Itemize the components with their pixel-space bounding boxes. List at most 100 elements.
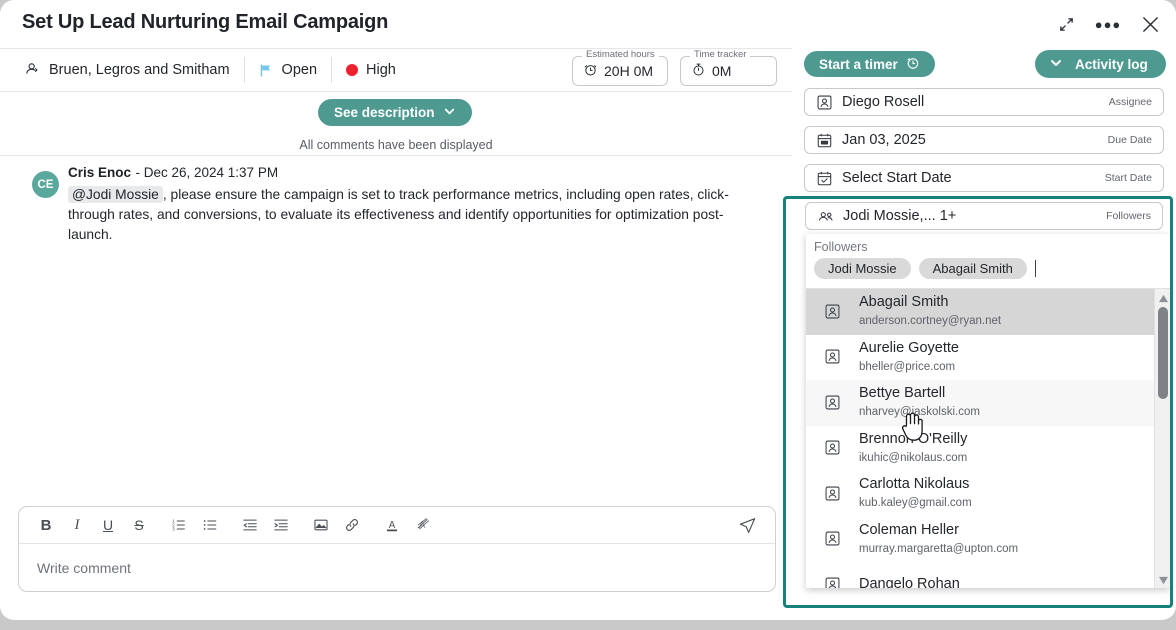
comment-editor: B I U S 1 2 3 A A Write comment <box>18 506 776 592</box>
list-item[interactable]: Carlotta Nikolaus kub.kaley@gmail.com <box>806 471 1170 517</box>
svg-text:A: A <box>389 519 396 530</box>
time-tracker-value: 0M <box>712 63 732 79</box>
list-item[interactable]: Aurelie Goyette bheller@price.com <box>806 335 1170 381</box>
clear-format-icon[interactable]: A <box>410 512 436 538</box>
page-title: Set Up Lead Nurturing Email Campaign <box>22 11 389 33</box>
list-item[interactable]: Abagail Smith anderson.cortney@ryan.net <box>806 289 1170 335</box>
start-timer-button[interactable]: Start a timer <box>804 51 935 77</box>
priority-dot-icon <box>346 64 359 76</box>
user-icon <box>824 439 841 456</box>
list-item[interactable]: Coleman Heller murray.margaretta@upton.c… <box>806 517 1170 563</box>
task-meta-row: Bruen, Legros and Smitham Open High <box>0 48 792 92</box>
option-name: Aurelie Goyette <box>859 339 959 356</box>
see-description-label: See description <box>334 105 435 120</box>
flag-icon <box>259 63 274 77</box>
calendar-icon <box>816 132 833 149</box>
user-icon <box>816 94 833 111</box>
comment-text: @Jodi Mossie, please ensure the campaign… <box>68 185 752 245</box>
comment-mention[interactable]: @Jodi Mossie <box>68 186 163 203</box>
comment-author: Cris Enoc <box>68 165 132 180</box>
option-name: Coleman Heller <box>859 521 959 538</box>
comment-placeholder: Write comment <box>37 559 131 576</box>
company-field[interactable]: Bruen, Legros and Smitham <box>0 57 244 83</box>
sidebar-field-start-date[interactable]: Select Start Date Start Date <box>804 164 1164 192</box>
company-label: Bruen, Legros and Smitham <box>49 62 230 78</box>
followers-option-list[interactable]: Abagail Smith anderson.cortney@ryan.net … <box>806 288 1170 588</box>
user-icon <box>824 303 841 320</box>
indent-icon[interactable] <box>268 512 294 538</box>
caret-down-icon[interactable] <box>1155 572 1170 588</box>
activity-log-label: Activity log <box>1075 56 1148 72</box>
chevron-down-icon <box>1049 56 1063 73</box>
sidebar-field-assignee[interactable]: Diego Rosell Assignee <box>804 88 1164 116</box>
status-label: Open <box>281 62 318 78</box>
start-date-value: Select Start Date <box>842 170 952 186</box>
send-icon[interactable] <box>735 513 759 537</box>
comments-status-line: All comments have been displayed <box>0 134 792 156</box>
chevron-down-icon <box>443 105 456 121</box>
option-email: kub.kaley@gmail.com <box>859 497 972 510</box>
comments-status-text: All comments have been displayed <box>299 137 493 152</box>
followers-dropdown: Followers Jodi Mossie Abagail Smith Abag… <box>806 234 1170 588</box>
start-timer-label: Start a timer <box>819 56 898 72</box>
strikethrough-icon[interactable]: S <box>126 512 152 538</box>
estimated-hours-field[interactable]: Estimated hours 20H 0M <box>572 49 668 86</box>
image-icon[interactable] <box>308 512 334 538</box>
estimated-hours-value: 20H 0M <box>604 63 654 79</box>
sidebar-field-due-date[interactable]: Jan 03, 2025 Due Date <box>804 126 1164 154</box>
time-tracker-legend: Time tracker <box>690 49 751 60</box>
underline-icon[interactable]: U <box>95 512 121 538</box>
outdent-icon[interactable] <box>237 512 263 538</box>
scrollbar-thumb[interactable] <box>1158 307 1168 399</box>
caret-up-icon[interactable] <box>1155 290 1170 306</box>
editor-toolbar: B I U S 1 2 3 A A <box>19 507 775 544</box>
comment-header: Cris Enoc - Dec 26, 2024 1:37 PM <box>68 164 752 182</box>
option-email: murray.margaretta@upton.com <box>859 542 1019 555</box>
option-name: Brennon O'Reilly <box>859 430 968 447</box>
option-email: nharvey@jaskolski.com <box>859 406 980 419</box>
stopwatch-icon <box>691 62 706 80</box>
follower-chip[interactable]: Abagail Smith <box>918 258 1027 279</box>
follower-chip[interactable]: Jodi Mossie <box>814 258 911 279</box>
due-date-label: Due Date <box>1107 134 1152 146</box>
option-name: Abagail Smith <box>859 294 949 311</box>
comment-input[interactable]: Write comment <box>19 544 775 591</box>
sidebar-field-followers[interactable]: Jodi Mossie,... 1+ Followers <box>805 202 1163 230</box>
activity-log-button[interactable]: Activity log <box>1035 50 1166 78</box>
user-icon <box>824 576 841 588</box>
option-email: anderson.cortney@ryan.net <box>859 315 1002 328</box>
user-icon <box>824 394 841 411</box>
svg-text:3: 3 <box>172 527 175 532</box>
option-name: Bettye Bartell <box>859 385 946 402</box>
company-icon <box>24 60 41 81</box>
status-field[interactable]: Open <box>245 57 331 83</box>
list-item[interactable]: Dangelo Rohan <box>806 562 1170 588</box>
option-email: bheller@price.com <box>859 360 956 373</box>
bullet-list-icon[interactable] <box>197 512 223 538</box>
followers-label: Followers <box>1106 210 1151 222</box>
bold-icon[interactable]: B <box>33 512 59 538</box>
calendar-check-icon <box>816 170 833 187</box>
list-item[interactable]: Brennon O'Reilly ikuhic@nikolaus.com <box>806 426 1170 472</box>
comment-body-text: , please ensure the campaign is set to t… <box>68 187 729 242</box>
estimated-hours-legend: Estimated hours <box>582 49 659 60</box>
priority-field[interactable]: High <box>332 57 410 83</box>
link-icon[interactable] <box>339 512 365 538</box>
italic-icon[interactable]: I <box>64 512 90 538</box>
option-name: Dangelo Rohan <box>859 576 960 588</box>
priority-label: High <box>366 62 396 78</box>
avatar: CE <box>32 171 59 198</box>
followers-value: Jodi Mossie,... 1+ <box>843 208 957 224</box>
assignee-value: Diego Rosell <box>842 94 925 110</box>
comment-item: Cris Enoc - Dec 26, 2024 1:37 PM @Jodi M… <box>68 160 792 245</box>
option-email: ikuhic@nikolaus.com <box>859 451 968 464</box>
text-color-icon[interactable]: A <box>379 512 405 538</box>
start-date-label: Start Date <box>1104 172 1152 184</box>
due-date-value: Jan 03, 2025 <box>842 132 926 148</box>
dropdown-scrollbar[interactable] <box>1154 289 1170 588</box>
time-tracker-field[interactable]: Time tracker 0M <box>680 49 777 86</box>
comment-date: - Dec 26, 2024 1:37 PM <box>135 165 279 180</box>
see-description-button[interactable]: See description <box>318 99 472 126</box>
list-item[interactable]: Bettye Bartell nharvey@jaskolski.com <box>806 380 1170 426</box>
ordered-list-icon[interactable]: 1 2 3 <box>166 512 192 538</box>
